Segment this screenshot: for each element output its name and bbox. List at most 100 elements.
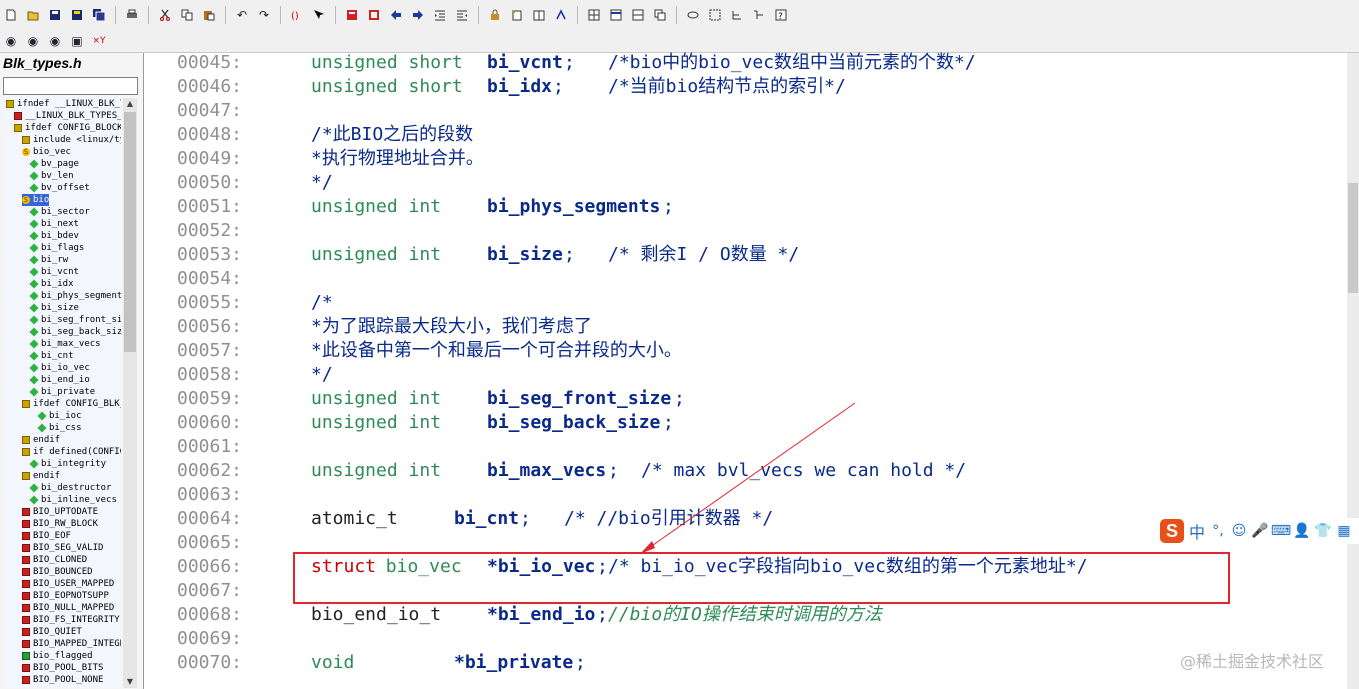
editor-scroll-thumb[interactable] — [1348, 183, 1358, 293]
scroll-down-icon[interactable]: ▼ — [123, 676, 137, 688]
tree-item[interactable]: ifdef CONFIG_BLOCK — [14, 122, 121, 134]
arrow-left-icon[interactable] — [387, 6, 405, 24]
tree-item[interactable]: bi_cnt — [29, 350, 74, 362]
browse-icon[interactable] — [706, 6, 724, 24]
tree-item[interactable]: BIO_FS_INTEGRITY — [22, 614, 120, 626]
tree-item[interactable]: BIO_MAPPED_INTEGRITY — [22, 638, 121, 650]
tree-item[interactable]: bi_phys_segments — [29, 290, 121, 302]
scroll-up-icon[interactable]: ▲ — [123, 98, 137, 110]
tree-item[interactable]: bi_rw — [29, 254, 68, 266]
tree-item[interactable]: bi_inline_vecs — [29, 494, 117, 506]
window-horizontal-icon[interactable] — [607, 6, 625, 24]
tree-collapse-icon[interactable] — [750, 6, 768, 24]
ime-mode-label[interactable]: 中 — [1189, 519, 1205, 543]
tree-item[interactable]: bio_flagged — [22, 650, 93, 662]
tree-item[interactable]: bv_offset — [29, 182, 90, 194]
ime-logo-icon[interactable]: S — [1160, 519, 1184, 543]
save-all-icon[interactable] — [90, 6, 108, 24]
save-icon[interactable] — [46, 6, 64, 24]
tree-scrollbar[interactable]: ▲ ▼ — [123, 98, 137, 688]
tree-item[interactable]: BIO_QUIET — [22, 626, 82, 638]
bookmark-toggle-icon[interactable] — [343, 6, 361, 24]
indent-left-icon[interactable] — [431, 6, 449, 24]
user-icon[interactable]: 👤 — [1293, 523, 1310, 539]
tree-item[interactable]: __LINUX_BLK_TYPES_H — [14, 110, 121, 122]
tree-item[interactable]: bi_destructor — [29, 482, 111, 494]
window-vertical-icon[interactable] — [629, 6, 647, 24]
tree-item[interactable]: bi_sector — [29, 206, 90, 218]
tree-scroll-thumb[interactable] — [124, 112, 136, 352]
undo-icon[interactable]: ↶ — [233, 6, 251, 24]
help-icon[interactable]: ? — [772, 6, 790, 24]
binoculars-icon[interactable]: ◉ — [2, 32, 20, 50]
tree-item[interactable]: ifndef __LINUX_BLK_TYPES_H — [6, 98, 121, 110]
grid-icon[interactable]: ▦ — [1336, 523, 1352, 539]
indent-right-icon[interactable] — [453, 6, 471, 24]
tree-item[interactable]: bi_css — [37, 422, 82, 434]
new-project-icon[interactable] — [508, 6, 526, 24]
tree-item[interactable]: bi_next — [29, 218, 79, 230]
symbol-info-icon[interactable] — [310, 6, 328, 24]
tree-item[interactable]: Sbio — [22, 194, 50, 206]
tree-item[interactable]: if defined(CONFIG_BLK_DEV_INTEGRITY) — [22, 446, 121, 458]
redo-icon[interactable]: ↷ — [255, 6, 273, 24]
lock-icon[interactable] — [486, 6, 504, 24]
tree-item[interactable]: BIO_EOPNOTSUPP — [22, 590, 109, 602]
editor-scrollbar[interactable] — [1347, 53, 1359, 689]
paste-icon[interactable] — [200, 6, 218, 24]
open-folder-icon[interactable] — [24, 6, 42, 24]
tree-expand-icon[interactable] — [728, 6, 746, 24]
cut-icon[interactable] — [156, 6, 174, 24]
tree-item[interactable]: BIO_POOL_BITS — [22, 662, 103, 674]
symbol-tree[interactable]: ifndef __LINUX_BLK_TYPES_H __LINUX_BLK_TY… — [3, 98, 121, 688]
tree-item[interactable]: BIO_NULL_MAPPED — [22, 602, 114, 614]
tree-item[interactable]: ifdef CONFIG_BLK_CGROUP — [22, 398, 121, 410]
symbol-search-input[interactable] — [3, 77, 138, 95]
arrow-right-icon[interactable] — [409, 6, 427, 24]
tree-item[interactable]: endif — [22, 470, 60, 482]
tree-item[interactable]: BIO_UPTODATE — [22, 506, 98, 518]
tree-item[interactable]: bi_end_io — [29, 374, 90, 386]
tree-item[interactable]: bi_idx — [29, 278, 74, 290]
find-next-icon[interactable]: ◉ — [24, 32, 42, 50]
tree-item[interactable]: BIO_EOF — [22, 530, 71, 542]
tree-item[interactable]: bi_seg_back_size — [29, 326, 121, 338]
tree-item[interactable]: bi_bdev — [29, 230, 79, 242]
find-prev-icon[interactable]: ◉ — [46, 32, 64, 50]
tree-item[interactable]: bi_io_vec — [29, 362, 90, 374]
book-icon[interactable] — [530, 6, 548, 24]
keyboard-icon[interactable]: ⌨ — [1271, 523, 1291, 539]
relation-icon[interactable] — [552, 6, 570, 24]
microphone-icon[interactable]: 🎤 — [1251, 523, 1268, 539]
tree-item[interactable]: BIO_CLONED — [22, 554, 87, 566]
tree-item[interactable]: include <linux/types.h> — [22, 134, 121, 146]
tree-item[interactable]: BIO_SEG_VALID — [22, 542, 103, 554]
print-icon[interactable] — [123, 6, 141, 24]
replace-icon[interactable]: ×Y — [90, 32, 108, 50]
window-tile-icon[interactable] — [585, 6, 603, 24]
copy-icon[interactable] — [178, 6, 196, 24]
link-icon[interactable] — [684, 6, 702, 24]
tree-item[interactable]: bi_integrity — [29, 458, 106, 470]
tree-item[interactable]: bi_vcnt — [29, 266, 79, 278]
tree-item[interactable]: BIO_RW_BLOCK — [22, 518, 98, 530]
find-in-files-icon[interactable]: ▣ — [68, 32, 86, 50]
tree-item[interactable]: bv_len — [29, 170, 74, 182]
tree-item[interactable]: bi_ioc — [37, 410, 82, 422]
window-cascade-icon[interactable] — [651, 6, 669, 24]
emoji-icon[interactable]: ☺ — [1231, 523, 1247, 539]
punctuation-icon[interactable]: °, — [1210, 523, 1226, 539]
find-references-icon[interactable]: () — [288, 6, 306, 24]
tree-item[interactable]: bi_private — [29, 386, 95, 398]
tree-item[interactable]: BIO_POOL_NONE — [22, 674, 103, 686]
tree-item[interactable]: bi_max_vecs — [29, 338, 101, 350]
tree-item[interactable]: BIO_USER_MAPPED — [22, 578, 114, 590]
tree-item[interactable]: bi_size — [29, 302, 79, 314]
tree-item[interactable]: bi_seg_front_size — [29, 314, 121, 326]
bookmark-list-icon[interactable] — [365, 6, 383, 24]
tree-item[interactable]: Sbio_vec — [22, 146, 71, 158]
tree-item[interactable]: bv_page — [29, 158, 79, 170]
tree-item[interactable]: bi_flags — [29, 242, 84, 254]
save-as-icon[interactable] — [68, 6, 86, 24]
tree-item[interactable]: BIO_BOUNCED — [22, 566, 93, 578]
